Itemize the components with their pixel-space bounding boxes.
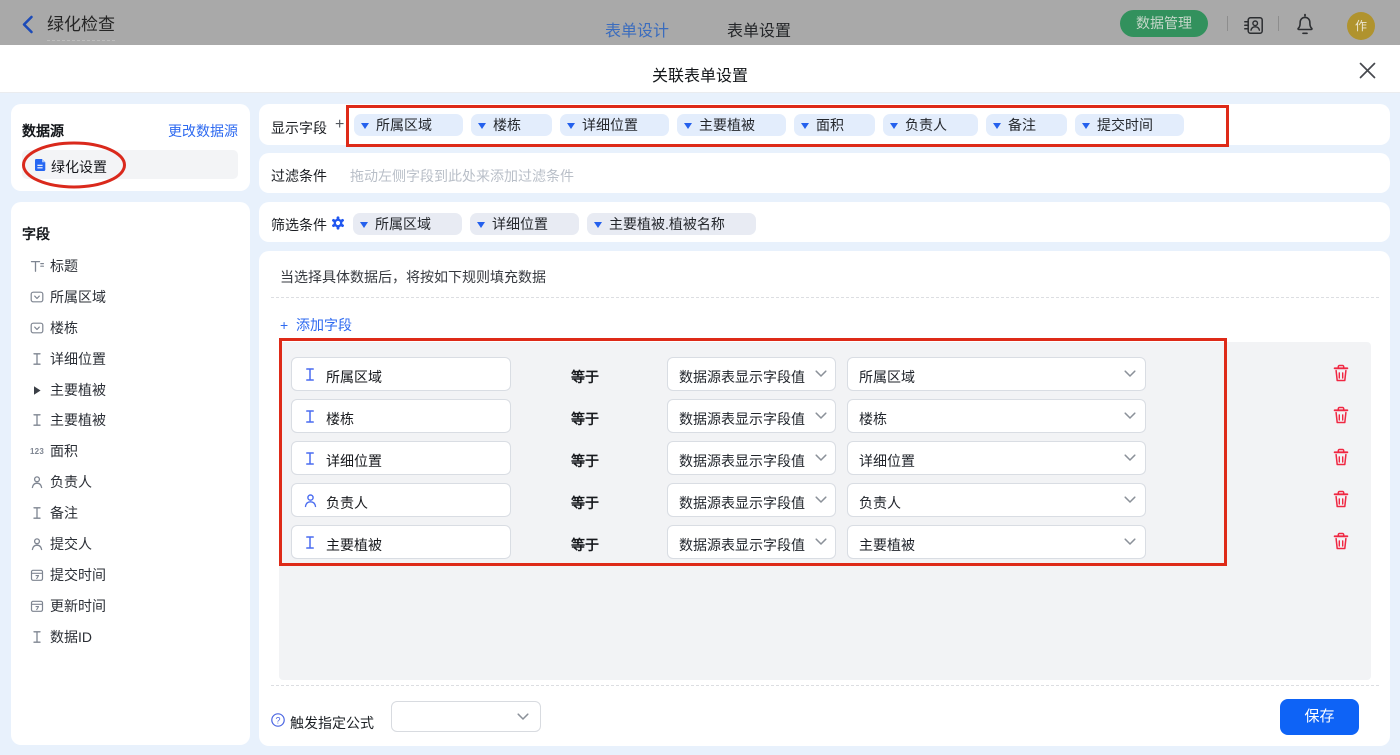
svg-text:?: ? [275, 715, 280, 725]
